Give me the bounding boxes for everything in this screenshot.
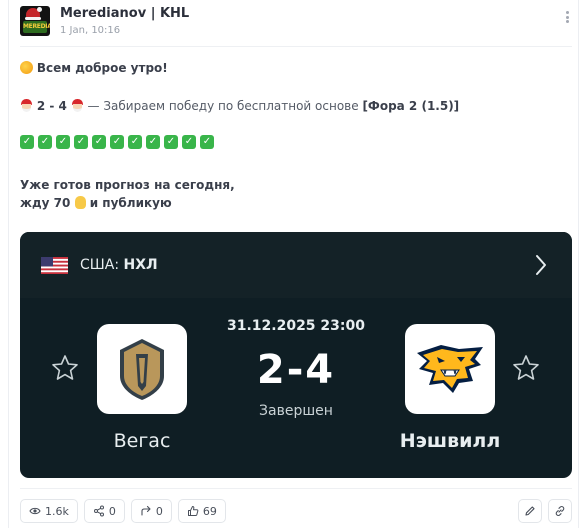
- post-header: MEREDIANOV Meredianov | KHL 1 Jan, 10:16: [20, 6, 572, 36]
- nashville-logo[interactable]: [405, 324, 495, 414]
- checkmark-row: ✓ ✓ ✓ ✓ ✓ ✓ ✓ ✓ ✓ ✓ ✓: [20, 135, 214, 149]
- wait-suffix: и публикую: [89, 196, 172, 210]
- sun-icon: [20, 61, 33, 74]
- views-count: 1.6k: [45, 504, 69, 518]
- checkmark-icon: ✓: [74, 135, 88, 149]
- eye-icon: [29, 507, 41, 515]
- checkmark-icon: ✓: [38, 135, 52, 149]
- likes-counter[interactable]: 69: [177, 499, 226, 523]
- share-icon: [93, 505, 104, 517]
- thumbs-up-icon: [187, 506, 199, 516]
- channel-avatar[interactable]: MEREDIANOV: [20, 6, 50, 36]
- santa-icon: [20, 99, 33, 112]
- checkmark-icon: ✓: [164, 135, 178, 149]
- footer-divider: [20, 488, 572, 489]
- checkmark-icon: ✓: [92, 135, 106, 149]
- match-card[interactable]: США: НХЛ 31.12.2025 23:00 2-4 Завершен В…: [20, 232, 572, 478]
- wait-line: жду 70 и публикую: [20, 194, 172, 212]
- ok-hand-icon: [74, 196, 86, 209]
- chevron-right-icon[interactable]: [532, 252, 550, 278]
- channel-info: Meredianov | KHL 1 Jan, 10:16: [60, 6, 189, 36]
- greeting-line: Всем доброе утро!: [20, 59, 168, 77]
- header-divider: [20, 46, 572, 47]
- pencil-icon: [525, 506, 535, 516]
- league-bar[interactable]: США: НХЛ: [20, 232, 572, 298]
- checks-line: ✓ ✓ ✓ ✓ ✓ ✓ ✓ ✓ ✓ ✓ ✓: [20, 135, 214, 149]
- likes-count: 69: [202, 504, 217, 518]
- forward-icon: [141, 505, 151, 516]
- post-actions: [518, 499, 572, 523]
- post-stats: 1.6k 0 0 69: [20, 499, 226, 523]
- league-label: США: НХЛ: [80, 257, 158, 274]
- predators-cat-icon: [417, 345, 483, 393]
- country-name: США:: [80, 257, 120, 273]
- usa-flag-icon: [41, 257, 68, 274]
- shares-count: 0: [108, 504, 116, 518]
- more-options-icon[interactable]: [562, 8, 572, 26]
- checkmark-icon: ✓: [20, 135, 34, 149]
- greeting-text: Всем доброе утро!: [36, 61, 168, 75]
- channel-name[interactable]: Meredianov | KHL: [60, 6, 189, 22]
- forecast-line: Уже готов прогноз на сегодня,: [20, 178, 235, 192]
- checkmark-icon: ✓: [128, 135, 142, 149]
- checkmark-icon: ✓: [56, 135, 70, 149]
- post-date: 1 Jan, 10:16: [60, 25, 121, 36]
- league-name: НХЛ: [123, 257, 158, 273]
- shares-counter[interactable]: 0: [83, 499, 125, 523]
- views-counter[interactable]: 1.6k: [20, 499, 78, 523]
- forwards-count: 0: [155, 504, 163, 518]
- wait-prefix: жду 70: [20, 196, 71, 210]
- checkmark-icon: ✓: [146, 135, 160, 149]
- copy-link-button[interactable]: [548, 499, 572, 523]
- bet-label: [Фора 2 (1.5)]: [362, 99, 460, 113]
- link-icon: [555, 505, 565, 517]
- avatar-label: MEREDIANOV: [23, 21, 50, 33]
- result-score: 2 - 4: [36, 99, 67, 113]
- forwards-counter[interactable]: 0: [130, 499, 172, 523]
- result-line: 2 - 4 — Забираем победу по бесплатной ос…: [20, 97, 459, 115]
- favorite-away-star-icon[interactable]: [511, 353, 541, 383]
- checkmark-icon: ✓: [110, 135, 124, 149]
- checkmark-icon: ✓: [182, 135, 196, 149]
- santa-icon: [71, 99, 84, 112]
- result-text: — Забираем победу по бесплатной основе: [87, 99, 363, 113]
- checkmark-icon: ✓: [200, 135, 214, 149]
- home-team-name[interactable]: Вегас: [62, 430, 222, 452]
- edit-button[interactable]: [518, 499, 542, 523]
- away-team-name[interactable]: Нэшвилл: [370, 430, 530, 452]
